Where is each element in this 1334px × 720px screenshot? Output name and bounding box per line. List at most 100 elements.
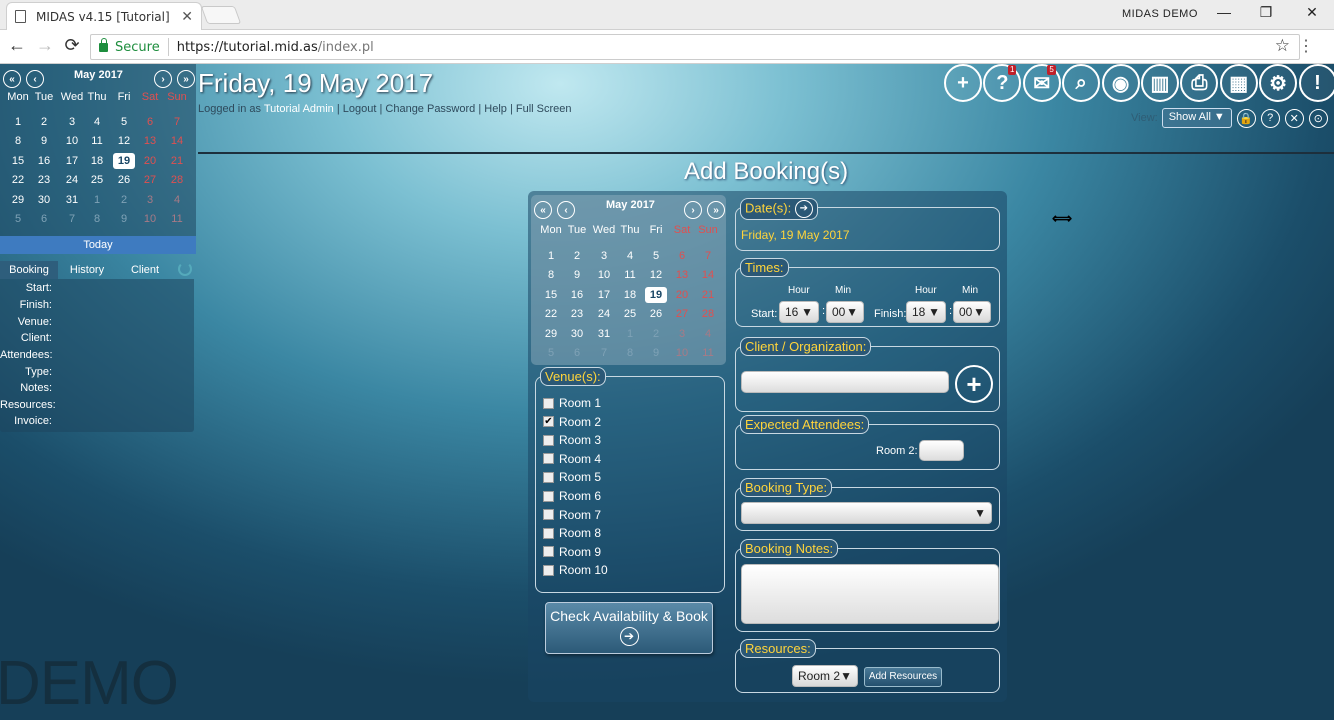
mini-calendar-day[interactable]: 1 <box>86 192 108 208</box>
mini-calendar-day[interactable]: 4 <box>86 114 108 130</box>
close-small-icon[interactable]: ✕ <box>1284 108 1304 128</box>
change-password-link[interactable]: Change Password <box>385 103 475 115</box>
mini-calendar-day[interactable]: 19 <box>113 153 135 169</box>
mini-calendar-day[interactable]: 5 <box>113 114 135 130</box>
next-month-icon[interactable]: › <box>154 70 172 88</box>
form-calendar-day[interactable]: 7 <box>697 248 719 264</box>
form-calendar-day[interactable]: 24 <box>593 306 615 322</box>
form-calendar-day[interactable]: 1 <box>540 248 562 264</box>
venue-item[interactable]: Room 7 <box>543 508 601 522</box>
form-calendar-day[interactable]: 3 <box>671 326 693 342</box>
venue-checkbox[interactable] <box>543 509 554 521</box>
next-month-icon[interactable]: › <box>684 201 702 219</box>
mini-calendar-day[interactable]: 10 <box>61 133 83 149</box>
venue-checkbox[interactable]: ✔ <box>543 416 554 428</box>
tab-history[interactable]: History <box>58 261 116 279</box>
form-calendar-day[interactable]: 27 <box>671 306 693 322</box>
mini-calendar-day[interactable]: 13 <box>139 133 161 149</box>
add-client-icon[interactable]: + <box>955 365 993 403</box>
tab-close-icon[interactable]: ✕ <box>181 9 193 25</box>
back-icon[interactable]: ← <box>6 35 28 56</box>
reload-icon[interactable]: ⟳ <box>61 35 83 56</box>
mini-calendar-day[interactable]: 14 <box>166 133 188 149</box>
tab-client[interactable]: Client <box>116 261 174 279</box>
calculator-icon[interactable]: ▦ <box>1219 64 1258 102</box>
help-small-icon[interactable]: ? <box>1260 108 1280 128</box>
form-calendar-day[interactable]: 11 <box>697 345 719 361</box>
mini-calendar-day[interactable]: 16 <box>33 153 55 169</box>
booking-type-select[interactable]: ▼ <box>741 502 992 524</box>
form-calendar-day[interactable]: 22 <box>540 306 562 322</box>
form-calendar-day[interactable]: 11 <box>619 267 641 283</box>
mini-calendar-day[interactable]: 6 <box>139 114 161 130</box>
mini-calendar-day[interactable]: 27 <box>139 172 161 188</box>
settings-icon[interactable]: ⚙ <box>1259 64 1298 102</box>
mini-calendar-day[interactable]: 7 <box>61 211 83 227</box>
finish-hour-select[interactable]: 18 ▼ <box>906 301 946 323</box>
mini-calendar-day[interactable]: 2 <box>33 114 55 130</box>
form-calendar-day[interactable]: 8 <box>619 345 641 361</box>
mini-calendar-day[interactable]: 3 <box>139 192 161 208</box>
bookmark-star-icon[interactable]: ☆ <box>1275 36 1290 56</box>
finish-min-select[interactable]: 00 ▼ <box>953 301 991 323</box>
attendees-input[interactable] <box>919 440 964 461</box>
mini-calendar-day[interactable]: 7 <box>166 114 188 130</box>
logout-link[interactable]: Logout <box>343 103 377 115</box>
mini-calendar-day[interactable]: 5 <box>7 211 29 227</box>
form-calendar-day[interactable]: 6 <box>566 345 588 361</box>
next-year-icon[interactable]: » <box>177 70 195 88</box>
mini-calendar-day[interactable]: 29 <box>7 192 29 208</box>
help-icon[interactable]: ? 1 <box>983 64 1022 102</box>
mini-calendar-day[interactable]: 18 <box>86 153 108 169</box>
form-calendar-day[interactable]: 20 <box>671 287 693 303</box>
help-link[interactable]: Help <box>484 103 507 115</box>
form-calendar-day[interactable]: 8 <box>540 267 562 283</box>
start-min-select[interactable]: 00 ▼ <box>826 301 864 323</box>
venue-item[interactable]: ✔ Room 2 <box>543 415 601 429</box>
start-hour-select[interactable]: 16 ▼ <box>779 301 819 323</box>
mini-calendar-day[interactable]: 22 <box>7 172 29 188</box>
form-calendar-day[interactable]: 4 <box>697 326 719 342</box>
form-calendar-day[interactable]: 30 <box>566 326 588 342</box>
mini-calendar-day[interactable]: 24 <box>61 172 83 188</box>
form-calendar-day[interactable]: 7 <box>593 345 615 361</box>
search-icon[interactable]: ⌕ <box>1062 64 1101 102</box>
browser-tab[interactable]: MIDAS v4.15 [Tutorial] ✕ <box>6 2 202 30</box>
mini-calendar-day[interactable]: 23 <box>33 172 55 188</box>
form-calendar-day[interactable]: 6 <box>671 248 693 264</box>
browser-menu-icon[interactable]: ⋮ <box>1298 36 1314 56</box>
form-calendar-day[interactable]: 15 <box>540 287 562 303</box>
stats-icon[interactable]: ▥ <box>1140 64 1179 102</box>
next-year-icon[interactable]: » <box>707 201 725 219</box>
mini-calendar-day[interactable]: 2 <box>113 192 135 208</box>
venue-checkbox[interactable] <box>543 490 554 502</box>
restore-icon[interactable]: ❐ <box>1256 4 1276 21</box>
add-resources-button[interactable]: Add Resources <box>864 667 942 687</box>
form-calendar-day[interactable]: 9 <box>645 345 667 361</box>
form-calendar-day[interactable]: 10 <box>671 345 693 361</box>
mini-calendar-day[interactable]: 12 <box>113 133 135 149</box>
form-calendar-day[interactable]: 21 <box>697 287 719 303</box>
mini-calendar-day[interactable]: 31 <box>61 192 83 208</box>
url-field[interactable]: Secure https://tutorial.mid.as /index.pl <box>90 34 1300 60</box>
venue-item[interactable]: Room 3 <box>543 433 601 447</box>
view-icon[interactable]: ◉ <box>1101 64 1140 102</box>
mini-calendar-day[interactable]: 20 <box>139 153 161 169</box>
form-calendar-day[interactable]: 10 <box>593 267 615 283</box>
venue-item[interactable]: Room 9 <box>543 545 601 559</box>
form-calendar-day[interactable]: 2 <box>566 248 588 264</box>
mini-calendar-day[interactable]: 6 <box>33 211 55 227</box>
mini-calendar-day[interactable]: 26 <box>113 172 135 188</box>
form-calendar-day[interactable]: 16 <box>566 287 588 303</box>
venue-item[interactable]: Room 4 <box>543 452 601 466</box>
venue-checkbox[interactable] <box>543 564 554 576</box>
mini-calendar-day[interactable]: 21 <box>166 153 188 169</box>
mini-calendar-day[interactable]: 25 <box>86 172 108 188</box>
minimize-icon[interactable]: — <box>1214 4 1234 20</box>
form-calendar-day[interactable]: 17 <box>593 287 615 303</box>
prev-year-icon[interactable]: « <box>3 70 21 88</box>
form-calendar-day[interactable]: 31 <box>593 326 615 342</box>
mini-calendar-day[interactable]: 11 <box>86 133 108 149</box>
venue-checkbox[interactable] <box>543 453 554 465</box>
venue-item[interactable]: Room 1 <box>543 396 601 410</box>
